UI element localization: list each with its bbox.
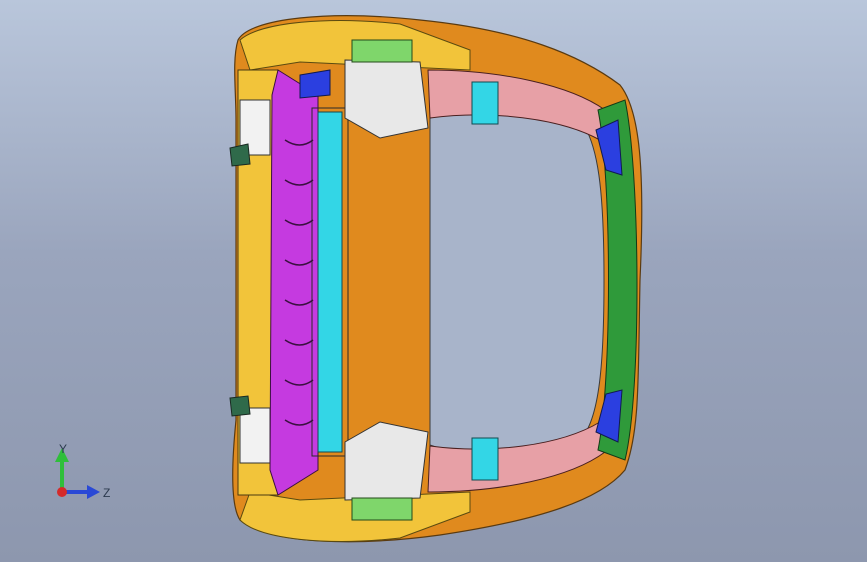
magenta-cross-member [269,69,319,496]
upper-clip [471,81,499,125]
cad-viewport[interactable]: Y Z [0,0,867,562]
left-blue-piece [299,69,331,99]
car-body-frame-model[interactable] [0,0,867,562]
upper-green-block [351,39,413,63]
y-axis-label: Y [59,442,68,456]
lower-green-block [351,497,413,521]
lower-fitting [229,395,251,417]
z-axis-label: Z [103,486,111,500]
cyan-bar [317,111,343,453]
x-axis-dot [57,487,67,497]
lower-left-bracket [239,407,271,464]
lower-clip [471,437,499,481]
view-orientation-triad-icon[interactable] [44,440,124,510]
inner-opening [429,103,605,457]
upper-fitting [229,143,251,167]
z-axis-arrow [87,485,100,499]
